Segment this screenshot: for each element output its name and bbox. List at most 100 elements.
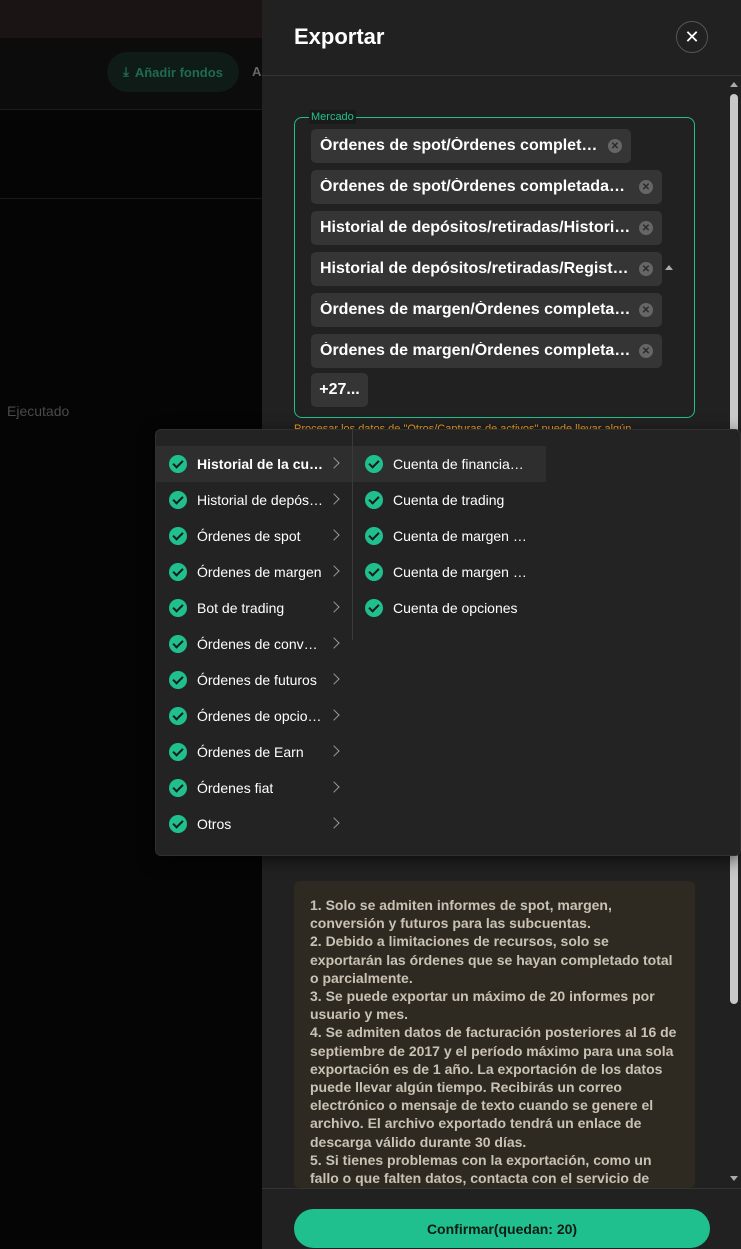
notes-box: 1. Solo se admiten informes de spot, mar…: [294, 881, 695, 1188]
cascader-option[interactable]: Órdenes de opcio…: [156, 698, 352, 734]
check-circle-icon[interactable]: [169, 563, 187, 581]
chevron-right-icon: [328, 601, 340, 613]
chevron-right-icon: [328, 529, 340, 541]
market-tag-label: Órdenes de spot/Órdenes completadas: [320, 137, 601, 154]
chevron-right-icon: [328, 817, 340, 829]
background-header: [0, 0, 262, 38]
confirm-button[interactable]: Confirmar(quedan: 20): [294, 1209, 710, 1248]
cascader-option-label: Órdenes de spot: [197, 528, 301, 544]
cascader-option-label: Historial de depós…: [197, 492, 324, 508]
chevron-right-icon: [328, 709, 340, 721]
add-funds-label: Añadir fondos: [134, 64, 223, 80]
chevron-right-icon: [328, 745, 340, 757]
cascader-suboption-label: Cuenta de opciones: [393, 600, 518, 616]
chevron-right-icon: [328, 457, 340, 469]
more-tags-badge[interactable]: +27...: [311, 373, 368, 407]
chevron-right-icon: [328, 637, 340, 649]
market-tag-label: Órdenes de margen/Órdenes completada…: [320, 301, 632, 318]
cascader-option-label: Órdenes fiat: [197, 780, 274, 796]
note-item: 5. Si tienes problemas con la exportació…: [310, 1151, 652, 1187]
chevron-right-icon: [328, 673, 340, 685]
caret-up-icon[interactable]: [665, 265, 673, 270]
remove-tag-icon[interactable]: ✕: [608, 139, 622, 153]
note-item: 1. Solo se admiten informes de spot, mar…: [310, 897, 612, 932]
remove-tag-icon[interactable]: ✕: [639, 344, 653, 358]
cascader-option-label: Órdenes de Earn: [197, 744, 304, 760]
cascader-option[interactable]: Órdenes de futuros: [156, 662, 352, 698]
cascader-suboption[interactable]: Cuenta de margen …: [353, 554, 546, 590]
cascader-suboption-label: Cuenta de margen …: [393, 528, 527, 544]
background-divider: [0, 198, 262, 199]
cascader-option[interactable]: Órdenes de spot: [156, 518, 352, 554]
check-circle-icon[interactable]: [169, 455, 187, 473]
cascader-option[interactable]: Otros: [156, 806, 352, 842]
scroll-up-arrow-icon[interactable]: [730, 82, 738, 87]
remove-tag-icon[interactable]: ✕: [639, 180, 653, 194]
cascader-option[interactable]: Historial de la cue…: [156, 446, 352, 482]
cascader-option-label: Órdenes de conve…: [197, 636, 325, 652]
remove-tag-icon[interactable]: ✕: [639, 262, 653, 276]
market-tag-label: Órdenes de spot/Órdenes completadas (…: [320, 178, 632, 195]
market-tag: Órdenes de margen/Órdenes completada… ✕: [311, 334, 662, 368]
cascader-suboption-label: Cuenta de trading: [393, 492, 505, 508]
market-cascader-dropdown: Historial de la cue… Historial de depós……: [155, 429, 741, 856]
chevron-right-icon: [328, 781, 340, 793]
check-circle-icon[interactable]: [365, 527, 383, 545]
cascader-suboption[interactable]: Cuenta de financia…: [353, 446, 546, 482]
cascader-option[interactable]: Órdenes de Earn: [156, 734, 352, 770]
note-item: 4. Se admiten datos de facturación poste…: [310, 1024, 677, 1150]
cascader-option[interactable]: Historial de depós…: [156, 482, 352, 518]
cascader-suboption[interactable]: Cuenta de margen …: [353, 518, 546, 554]
cascader-option-label: Órdenes de opcio…: [197, 708, 322, 724]
check-circle-icon[interactable]: [169, 635, 187, 653]
close-button[interactable]: ✕: [676, 21, 708, 53]
check-circle-icon[interactable]: [169, 743, 187, 761]
market-select[interactable]: Mercado Órdenes de spot/Órdenes completa…: [294, 110, 695, 418]
note-item: 2. Debido a limitaciones de recursos, so…: [310, 933, 673, 986]
check-circle-icon[interactable]: [169, 491, 187, 509]
check-circle-icon[interactable]: [169, 599, 187, 617]
cascader-suboption-label: Cuenta de financia…: [393, 456, 524, 472]
market-tag: Órdenes de spot/Órdenes completadas (… ✕: [311, 170, 662, 204]
remove-tag-icon[interactable]: ✕: [639, 221, 653, 235]
cascader-suboption[interactable]: Cuenta de trading: [353, 482, 546, 518]
check-circle-icon[interactable]: [169, 707, 187, 725]
cascader-option-label: Órdenes de margen: [197, 564, 322, 580]
check-circle-icon[interactable]: [365, 599, 383, 617]
market-label: Mercado: [309, 110, 356, 124]
market-tag: Historial de depósitos/retiradas/Histori…: [311, 211, 662, 245]
cascader-option-label: Otros: [197, 816, 232, 832]
add-funds-button[interactable]: ⤓ Añadir fondos: [107, 52, 239, 92]
check-circle-icon[interactable]: [169, 671, 187, 689]
ejecutado-column-header: Ejecutado: [7, 403, 70, 419]
check-circle-icon[interactable]: [169, 527, 187, 545]
check-circle-icon[interactable]: [169, 779, 187, 797]
note-item: 3. Se puede exportar un máximo de 20 inf…: [310, 988, 655, 1023]
check-circle-icon[interactable]: [365, 455, 383, 473]
cascader-suboption[interactable]: Cuenta de opciones: [353, 590, 546, 626]
remove-tag-icon[interactable]: ✕: [639, 303, 653, 317]
cascader-option-label: Órdenes de futuros: [197, 672, 317, 688]
check-circle-icon[interactable]: [365, 563, 383, 581]
background-partial-text: A: [252, 64, 262, 79]
scroll-down-arrow-icon[interactable]: [730, 1176, 738, 1181]
cascader-option-label: Bot de trading: [197, 600, 285, 616]
check-circle-icon[interactable]: [365, 491, 383, 509]
download-icon: ⤓: [123, 64, 129, 79]
market-tag: Órdenes de spot/Órdenes completadas ✕: [311, 129, 631, 163]
cascader-option[interactable]: Órdenes fiat: [156, 770, 352, 806]
check-circle-icon[interactable]: [169, 815, 187, 833]
drawer-header: Exportar ✕: [262, 0, 741, 76]
cascader-option[interactable]: Órdenes de margen: [156, 554, 352, 590]
market-tag-label: Historial de depósitos/retiradas/Histori…: [320, 219, 632, 236]
market-tag-label: Historial de depósitos/retiradas/Registr…: [320, 260, 632, 277]
cascader-suboption-label: Cuenta de margen …: [393, 564, 527, 580]
cascader-option[interactable]: Órdenes de conve…: [156, 626, 352, 662]
cascader-option[interactable]: Bot de trading: [156, 590, 352, 626]
close-icon: ✕: [684, 26, 700, 47]
drawer-footer: Confirmar(quedan: 20): [262, 1188, 741, 1249]
market-tag: Órdenes de margen/Órdenes completada… ✕: [311, 293, 662, 327]
market-tag-label: Órdenes de margen/Órdenes completada…: [320, 342, 632, 359]
chevron-right-icon: [328, 493, 340, 505]
market-tag: Historial de depósitos/retiradas/Registr…: [311, 252, 662, 286]
